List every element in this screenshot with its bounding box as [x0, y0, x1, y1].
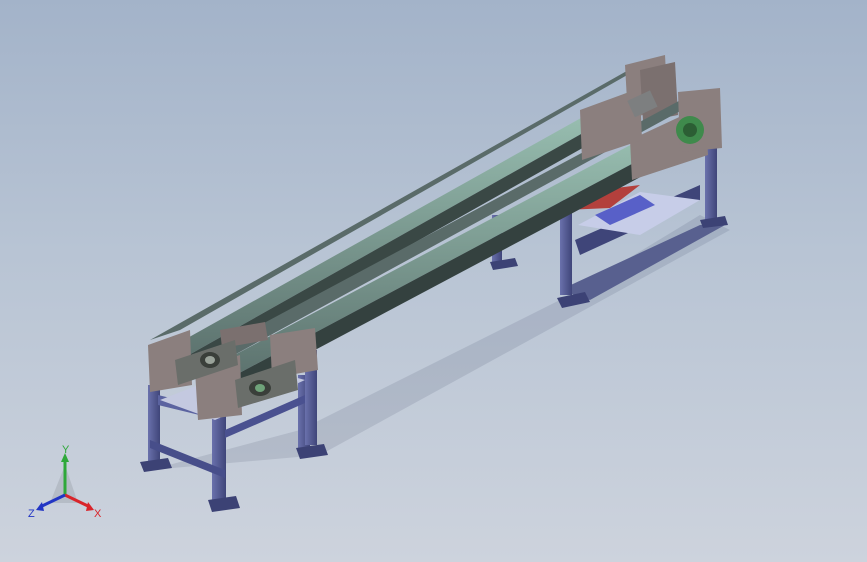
conveyor-assembly-model[interactable]	[0, 0, 867, 562]
y-axis-label: Y	[62, 445, 70, 456]
z-axis-arrow-icon	[36, 502, 44, 511]
near-foot-1	[140, 458, 172, 472]
axis-triad[interactable]: Y X Z	[20, 445, 110, 525]
x-axis-arrow-icon	[86, 502, 94, 511]
far-leg-2	[705, 145, 717, 225]
back-rail-belt	[175, 85, 645, 360]
z-axis-label: Z	[28, 508, 35, 520]
x-axis-label: X	[94, 508, 102, 520]
near-leg-2	[212, 405, 226, 505]
cad-viewport[interactable]: Y X Z	[0, 0, 867, 562]
